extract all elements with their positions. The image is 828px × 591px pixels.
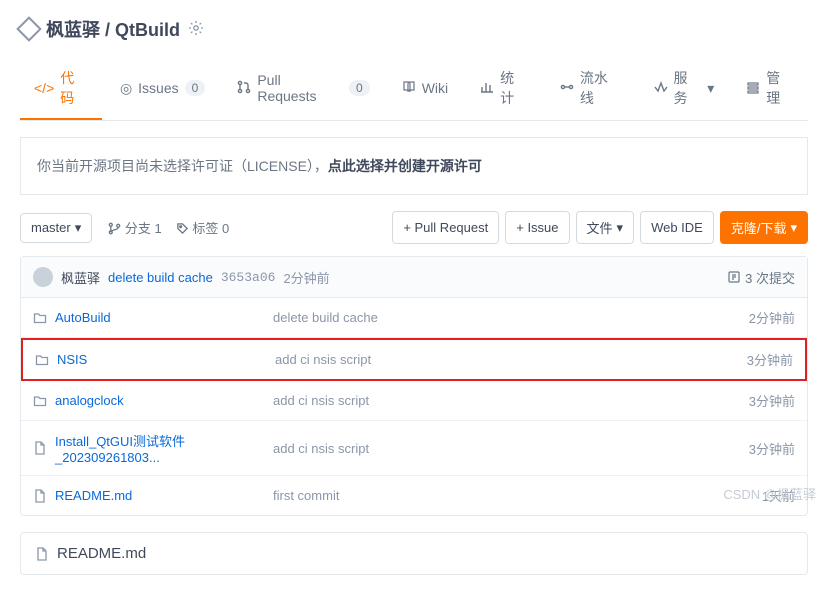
pr-icon [237, 80, 251, 97]
repo-header: 枫蓝驿 / QtBuild [20, 16, 808, 42]
wiki-icon [402, 80, 416, 97]
tab-stats[interactable]: 统计 [466, 58, 542, 120]
file-commit-msg[interactable]: add ci nsis script [273, 393, 749, 408]
chevron-down-icon: ▾ [707, 80, 714, 97]
tabs: </> 代码 ◎ Issues 0 Pull Requests 0 Wiki 统… [20, 58, 808, 121]
web-ide-button[interactable]: Web IDE [640, 211, 714, 244]
new-issue-button[interactable]: + Issue [505, 211, 569, 244]
file-icon [35, 547, 49, 561]
file-table: 枫蓝驿 delete build cache 3653a06 2分钟前 3 次提… [20, 256, 808, 516]
pr-badge: 0 [349, 80, 370, 96]
commit-count[interactable]: 3 次提交 [727, 268, 795, 287]
pipeline-icon [560, 80, 574, 97]
repo-name[interactable]: QtBuild [115, 20, 180, 40]
chevron-down-icon: ▾ [617, 220, 624, 236]
tags-link[interactable]: 标签 0 [176, 218, 229, 237]
tab-issues[interactable]: ◎ Issues 0 [106, 58, 219, 120]
folder-icon [33, 394, 47, 408]
file-button[interactable]: 文件 ▾ [576, 211, 635, 244]
clone-download-button[interactable]: 克隆/下载 ▾ [720, 211, 808, 244]
readme-header: README.md [21, 533, 807, 574]
folder-icon [33, 311, 47, 325]
file-time: 3分钟前 [747, 350, 793, 369]
commit-message[interactable]: delete build cache [108, 270, 213, 285]
services-icon [654, 80, 668, 97]
file-icon [33, 489, 47, 503]
tab-manage[interactable]: 管理 [732, 58, 808, 120]
manage-icon [746, 80, 760, 97]
file-commit-msg[interactable]: add ci nsis script [273, 441, 749, 456]
file-name[interactable]: Install_QtGUI测试软件_202309261803... [33, 431, 273, 465]
new-pr-button[interactable]: + Pull Request [392, 211, 499, 244]
file-time: 2分钟前 [749, 308, 795, 327]
license-notice: 你当前开源项目尚未选择许可证（LICENSE），点此选择并创建开源许可 [20, 137, 808, 195]
tab-wiki[interactable]: Wiki [388, 58, 462, 120]
file-row: README.mdfirst commit1天前 [21, 476, 807, 515]
chevron-down-icon: ▾ [75, 220, 82, 236]
file-commit-msg[interactable]: delete build cache [273, 310, 749, 325]
readme-panel: README.md [20, 532, 808, 575]
branch-info: 分支 1 标签 0 [108, 218, 229, 237]
file-name[interactable]: AutoBuild [33, 310, 273, 325]
branches-link[interactable]: 分支 1 [108, 218, 161, 237]
branch-select[interactable]: master ▾ [20, 213, 92, 243]
license-notice-link[interactable]: 点此选择并创建开源许可 [328, 158, 482, 174]
file-icon [33, 441, 47, 455]
file-name[interactable]: analogclock [33, 393, 273, 408]
tab-pull-requests[interactable]: Pull Requests 0 [223, 58, 383, 120]
file-name[interactable]: README.md [33, 488, 273, 503]
file-name[interactable]: NSIS [35, 352, 275, 367]
file-row: analogclockadd ci nsis script3分钟前 [21, 381, 807, 421]
issues-badge: 0 [185, 80, 206, 96]
readme-title: README.md [57, 545, 146, 562]
chevron-down-icon: ▾ [790, 220, 797, 236]
file-time: 3分钟前 [749, 391, 795, 410]
repo-icon [16, 16, 41, 41]
file-commit-msg[interactable]: add ci nsis script [275, 352, 747, 367]
file-time: 3分钟前 [749, 439, 795, 458]
gear-icon[interactable] [188, 20, 204, 39]
tab-code[interactable]: </> 代码 [20, 58, 102, 120]
commit-author[interactable]: 枫蓝驿 [61, 268, 100, 287]
latest-commit-row: 枫蓝驿 delete build cache 3653a06 2分钟前 3 次提… [21, 257, 807, 298]
avatar[interactable] [33, 267, 53, 287]
repo-owner[interactable]: 枫蓝驿 [46, 20, 100, 40]
file-row: AutoBuilddelete build cache2分钟前 [21, 298, 807, 338]
file-row: NSISadd ci nsis script3分钟前 [21, 338, 807, 381]
tab-services[interactable]: 服务 ▾ [640, 58, 729, 120]
issues-icon: ◎ [120, 80, 132, 97]
file-commit-msg[interactable]: first commit [273, 488, 762, 503]
file-row: Install_QtGUI测试软件_202309261803...add ci … [21, 421, 807, 476]
commit-time: 2分钟前 [283, 268, 329, 287]
folder-icon [35, 353, 49, 367]
repo-title[interactable]: 枫蓝驿 / QtBuild [46, 16, 180, 42]
tab-pipeline[interactable]: 流水线 [546, 58, 636, 120]
toolbar: master ▾ 分支 1 标签 0 + Pull Request + Issu… [20, 211, 808, 244]
watermark: CSDN @枫蓝驿 [723, 484, 816, 503]
commit-sha[interactable]: 3653a06 [221, 270, 276, 285]
code-icon: </> [34, 80, 54, 96]
stats-icon [480, 80, 494, 97]
